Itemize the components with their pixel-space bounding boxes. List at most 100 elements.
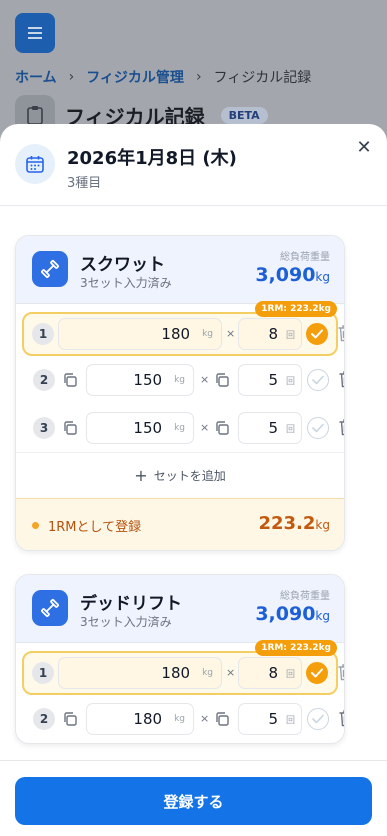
- weight-unit: kg: [202, 668, 213, 678]
- weight-input[interactable]: 180 kg: [86, 703, 194, 735]
- submit-button[interactable]: 登録する: [15, 777, 372, 825]
- set-row: 3 150 kg × 5回: [16, 404, 344, 452]
- dumbbell-icon: [32, 590, 68, 626]
- exercise-list[interactable]: スクワット 3セット入力済み 総負荷重量 3,090kg 1 180 kg × 8…: [0, 207, 387, 762]
- add-set-label: セットを追加: [153, 469, 226, 483]
- complete-check-icon[interactable]: [306, 662, 328, 684]
- set-number: 1: [32, 323, 54, 345]
- times-sign: ×: [226, 327, 236, 340]
- times-sign: ×: [200, 421, 210, 434]
- weight-value: 180: [161, 325, 191, 343]
- complete-check-icon[interactable]: [307, 369, 329, 391]
- reps-input[interactable]: 8回: [238, 318, 302, 350]
- exercise-card: デッドリフト 3セット入力済み 総負荷重量 3,090kg 1 180 kg × …: [15, 574, 345, 744]
- volume-label: 総負荷重量: [280, 252, 330, 263]
- beta-badge: BETA: [220, 106, 268, 124]
- reps-value: 5: [268, 419, 278, 437]
- exercise-header: デッドリフト 3セット入力済み 総負荷重量 3,090kg: [16, 575, 344, 643]
- one-rm-value: 223.2kg: [258, 513, 330, 534]
- times-sign: ×: [226, 666, 236, 679]
- copy-icon[interactable]: [214, 372, 230, 388]
- trash-icon[interactable]: [338, 709, 344, 727]
- copy-icon[interactable]: [214, 420, 230, 436]
- trash-icon[interactable]: [338, 418, 344, 436]
- register-one-rm-label: 1RMとして登録: [48, 520, 142, 535]
- menu-button[interactable]: [15, 13, 55, 53]
- sets-entered: 3セット入力済み: [80, 276, 172, 290]
- reps-unit: 回: [285, 715, 295, 726]
- exercise-name: デッドリフト: [80, 594, 182, 614]
- add-set-button[interactable]: + セットを追加: [16, 452, 344, 498]
- times-sign: ×: [200, 373, 210, 386]
- set-number: 2: [33, 369, 55, 391]
- exercise-card: スクワット 3セット入力済み 総負荷重量 3,090kg 1 180 kg × 8…: [15, 235, 345, 551]
- reps-value: 8: [268, 664, 278, 682]
- exercise-name: スクワット: [80, 255, 165, 275]
- volume-value: 3,090: [255, 603, 316, 625]
- total-volume: 3,090kg: [255, 603, 330, 625]
- trash-icon[interactable]: [337, 663, 344, 681]
- weight-value: 150: [133, 371, 163, 389]
- sheet-footer: 登録する: [0, 760, 387, 836]
- reps-input[interactable]: 5回: [238, 364, 302, 396]
- register-one-rm[interactable]: 1RMとして登録 223.2kg: [16, 498, 344, 550]
- status-dot: [32, 522, 39, 529]
- sets-entered: 3セット入力済み: [80, 615, 172, 629]
- weight-input[interactable]: 150 kg: [86, 412, 194, 444]
- dumbbell-icon: [32, 251, 68, 287]
- complete-check-icon[interactable]: [307, 708, 329, 730]
- breadcrumb-home[interactable]: ホーム: [15, 67, 57, 87]
- reps-input[interactable]: 8回: [238, 657, 302, 689]
- weight-input[interactable]: 180 kg: [58, 318, 222, 350]
- reps-input[interactable]: 5回: [238, 412, 302, 444]
- one-rm-unit: kg: [315, 518, 330, 532]
- close-icon[interactable]: ✕: [355, 137, 373, 158]
- weight-input[interactable]: 150 kg: [86, 364, 194, 396]
- record-sheet: 2026年1月8日 (木) 3種目 ✕ スクワット 3セット入力済み 総負荷重量…: [0, 124, 387, 836]
- exercise-header: スクワット 3セット入力済み 総負荷重量 3,090kg: [16, 236, 344, 304]
- copy-icon[interactable]: [62, 420, 78, 436]
- total-volume: 3,090kg: [255, 264, 330, 286]
- complete-check-icon[interactable]: [307, 417, 329, 439]
- set-number: 3: [33, 417, 55, 439]
- plus-icon: +: [134, 466, 148, 485]
- weight-value: 150: [133, 419, 163, 437]
- trash-icon[interactable]: [338, 370, 344, 388]
- reps-value: 5: [268, 710, 278, 728]
- session-date: 2026年1月8日 (木): [67, 148, 237, 169]
- one-rm-badge: 1RM: 223.2kg: [255, 640, 337, 656]
- copy-icon[interactable]: [214, 711, 230, 727]
- reps-unit: 回: [285, 424, 295, 435]
- set-row: 1 180 kg × 8回 1RM: 223.2kg: [22, 301, 344, 356]
- one-rm-number: 223.2: [258, 513, 316, 534]
- volume-unit: kg: [315, 609, 330, 623]
- breadcrumb-current: フィジカル記録: [213, 70, 312, 86]
- weight-input[interactable]: 180 kg: [58, 657, 222, 689]
- weight-value: 180: [161, 664, 191, 682]
- breadcrumb-physical-management[interactable]: フィジカル管理: [86, 67, 184, 87]
- trash-icon[interactable]: [337, 324, 344, 342]
- reps-unit: 回: [285, 330, 295, 341]
- set-number: 2: [33, 708, 55, 730]
- set-row: 2 180 kg × 5回: [16, 695, 344, 743]
- one-rm-badge: 1RM: 223.2kg: [255, 301, 337, 317]
- volume-label: 総負荷重量: [280, 591, 330, 602]
- weight-value: 180: [133, 710, 163, 728]
- volume-unit: kg: [315, 270, 330, 284]
- copy-icon[interactable]: [62, 711, 78, 727]
- copy-icon[interactable]: [62, 372, 78, 388]
- hamburger-icon: [28, 32, 42, 34]
- weight-unit: kg: [174, 714, 185, 724]
- reps-input[interactable]: 5回: [238, 703, 302, 735]
- times-sign: ×: [200, 712, 210, 725]
- chevron-right-icon: ›: [195, 69, 202, 85]
- set-number: 1: [32, 662, 54, 684]
- complete-check-icon[interactable]: [306, 323, 328, 345]
- reps-unit: 回: [285, 669, 295, 680]
- set-row: 2 150 kg × 5回: [16, 356, 344, 404]
- weight-unit: kg: [202, 329, 213, 339]
- weight-unit: kg: [174, 423, 185, 433]
- set-row: 1 180 kg × 8回 1RM: 223.2kg: [22, 640, 344, 695]
- exercise-count: 3種目: [67, 176, 102, 191]
- weight-unit: kg: [174, 375, 185, 385]
